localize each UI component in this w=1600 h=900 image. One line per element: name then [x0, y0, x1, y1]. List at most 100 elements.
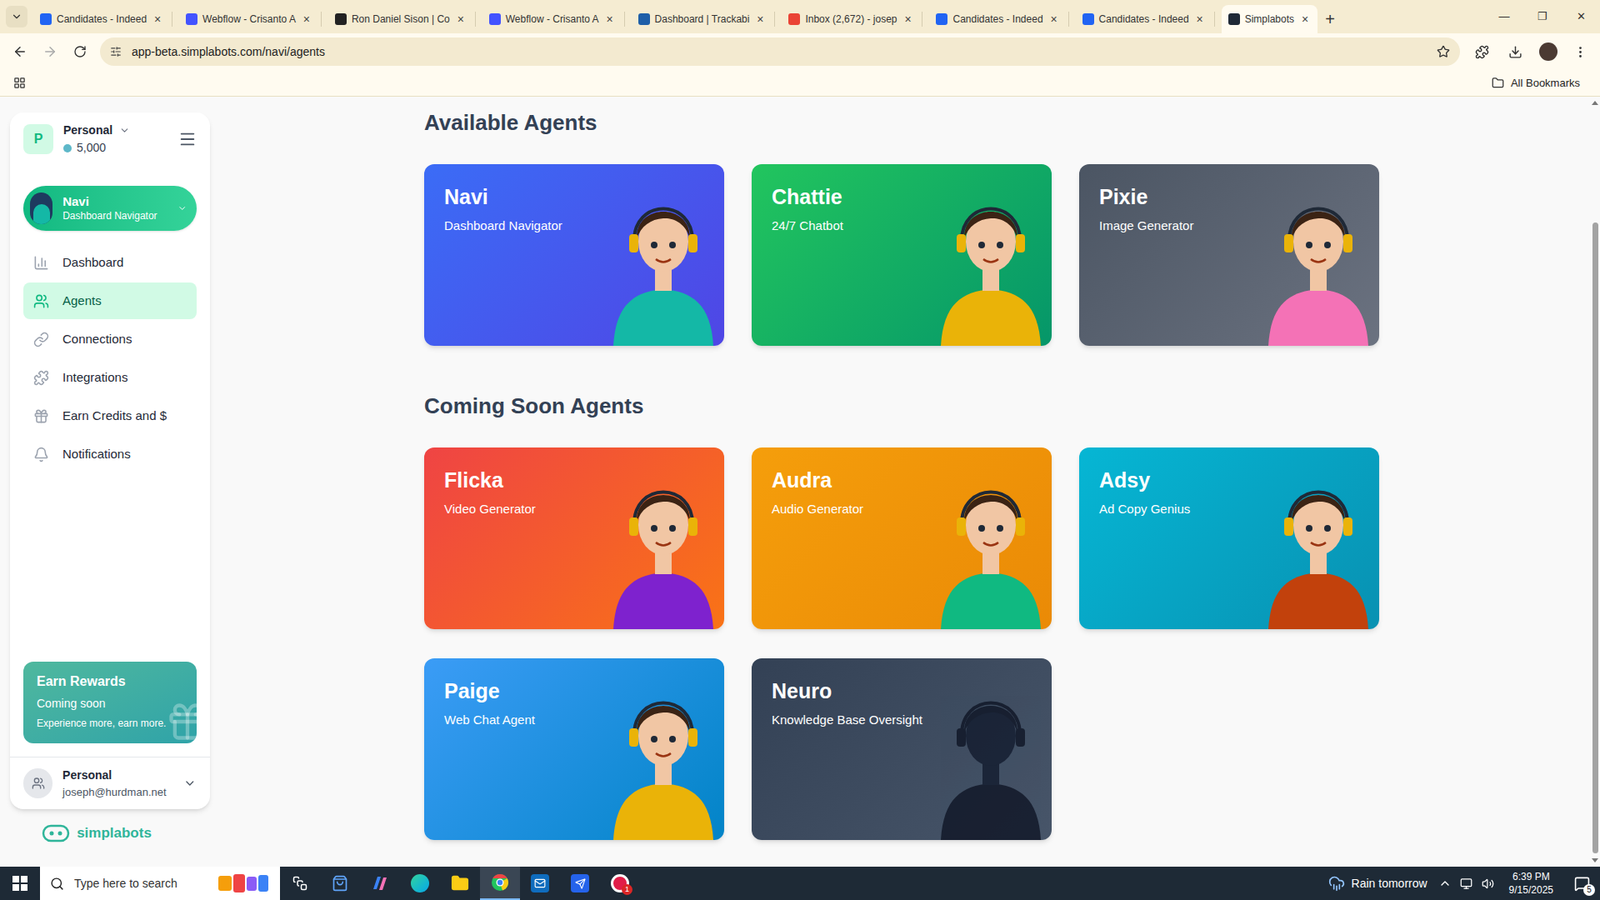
credits-icon [63, 144, 72, 153]
address-text: app-beta.simplabots.com/navi/agents [131, 43, 325, 61]
browser-tab[interactable]: Inbox (2,672) - josep× [781, 5, 930, 34]
agent-card[interactable]: FlickaVideo Generator [424, 447, 725, 630]
tab-close-button[interactable]: × [151, 13, 164, 25]
tab-close-button[interactable]: × [604, 13, 616, 25]
scroll-down-icon[interactable] [1591, 856, 1599, 864]
agent-name: Chattie [771, 184, 844, 210]
agent-role: Dashboard Navigator [444, 216, 563, 236]
network-button[interactable] [1455, 877, 1478, 890]
agent-card[interactable]: AdsyAd Copy Genius [1079, 447, 1380, 630]
agent-card[interactable]: NaviDashboard Navigator [424, 164, 725, 346]
task-view-button[interactable] [280, 866, 320, 900]
agent-role: Image Generator [1099, 216, 1194, 236]
agent-selector[interactable]: NaviDashboard Navigator [23, 185, 197, 231]
tab-title: Webflow - Crisanto A [505, 11, 600, 27]
hamburger-icon[interactable] [178, 130, 197, 149]
sidebar-item[interactable]: Dashboard [23, 244, 197, 281]
scroll-up-icon[interactable] [1591, 100, 1599, 107]
edge-button[interactable] [400, 866, 440, 900]
browser-tab[interactable]: Webflow - Crisanto A × [482, 5, 632, 34]
address-bar[interactable]: app-beta.simplabots.com/navi/agents [100, 37, 1460, 66]
clock[interactable]: 6:39 PM9/15/2025 [1499, 870, 1564, 897]
chrome-button[interactable] [480, 866, 520, 900]
agent-card[interactable]: Chattie 24/7 Chatbot [751, 164, 1052, 346]
tab-title: Candidates - Indeed [1099, 11, 1190, 27]
tab-search-button[interactable] [0, 0, 34, 34]
agent-portrait-icon [1264, 462, 1373, 630]
scrollbar-thumb[interactable] [1592, 222, 1599, 854]
workspace-switcher[interactable]: PPersonal5,000 [23, 122, 197, 156]
notifications-button[interactable]: 5 [1563, 866, 1600, 900]
forward-button[interactable] [36, 38, 64, 65]
browser-tab[interactable]: Candidates - Indeed× [33, 5, 180, 34]
agent-role: 24/7 Chatbot [771, 216, 844, 236]
tab-title: Ron Daniel Sison | Co [351, 11, 450, 27]
tab-close-button[interactable]: × [901, 13, 914, 25]
tab-close-button[interactable]: × [1048, 13, 1060, 25]
app-button[interactable]: 1 [600, 866, 640, 900]
sidebar-item[interactable]: Notifications [23, 435, 197, 473]
agent-card[interactable]: PixieImage Generator [1079, 164, 1380, 346]
tab-close-button[interactable]: × [1299, 13, 1311, 25]
menu-button[interactable] [1566, 38, 1594, 65]
nav-icon [33, 446, 50, 463]
copilot-button[interactable] [360, 866, 400, 900]
nav-icon [33, 370, 50, 386]
weather-widget[interactable]: Rain tomorrow [1321, 875, 1435, 893]
edge-icon [410, 874, 430, 893]
agent-portrait-icon [936, 673, 1045, 840]
store-button[interactable] [320, 866, 360, 900]
window-control-button[interactable]: — [1485, 0, 1524, 34]
browser-tab[interactable]: Candidates - Indeed× [929, 5, 1075, 34]
brand-logo[interactable]: simplabots [10, 822, 210, 845]
extensions-button[interactable] [1466, 38, 1497, 65]
all-bookmarks-button[interactable]: All Bookmarks [1491, 75, 1587, 92]
downloads-button[interactable] [1500, 38, 1530, 65]
tab-close-button[interactable]: × [300, 13, 313, 25]
bookmarks-bar: All Bookmarks [0, 70, 1600, 97]
sidebar-item[interactable]: Agents [23, 282, 197, 320]
browser-tab[interactable]: Ron Daniel Sison | Co × [328, 5, 483, 34]
tray-overflow-button[interactable] [1434, 876, 1456, 890]
outlook-button[interactable] [520, 866, 560, 900]
earn-rewards-card[interactable]: Earn RewardsComing soonExperience more, … [23, 661, 197, 744]
app-button[interactable] [560, 866, 600, 900]
browser-tab[interactable]: Simplabots× [1221, 5, 1318, 34]
window-control-button[interactable]: ❐ [1523, 0, 1562, 34]
tab-close-button[interactable]: × [754, 13, 766, 25]
agent-card[interactable]: AudraAudio Generator [751, 447, 1052, 630]
volume-button[interactable] [1477, 877, 1500, 890]
browser-tab[interactable]: Candidates - Indeed × [1075, 5, 1222, 34]
store-icon [331, 875, 349, 892]
taskbar-search[interactable]: Type here to search [40, 866, 280, 900]
volume-icon [1481, 877, 1495, 890]
browser-tab[interactable]: Dashboard | Trackabi× [631, 5, 783, 34]
file-explorer-button[interactable] [440, 866, 480, 900]
sidebar-item[interactable]: Earn Credits and $ [23, 397, 197, 435]
tab-close-button[interactable]: × [1194, 13, 1206, 25]
browser-tab[interactable]: Webflow - Crisanto A× [179, 5, 329, 34]
scrollbar[interactable] [1590, 96, 1600, 867]
puzzle-icon [1475, 45, 1490, 60]
robot-logo-icon [41, 823, 70, 844]
search-icon [50, 876, 65, 891]
start-button[interactable] [0, 866, 40, 900]
favicon-icon [335, 13, 347, 25]
agent-card[interactable]: PaigeWeb Chat Agent [424, 658, 725, 840]
mail-icon [534, 877, 546, 890]
arrow-left-icon [12, 44, 28, 60]
agents-section: Available AgentsNaviDashboard NavigatorC… [424, 109, 1590, 346]
tab-close-button[interactable]: × [455, 13, 467, 25]
sidebar-item[interactable]: Connections [23, 320, 197, 358]
window-control-button[interactable]: ✕ [1561, 0, 1600, 34]
back-button[interactable] [6, 38, 34, 65]
agent-card[interactable]: NeuroKnowledge Base Oversight [751, 658, 1052, 840]
account-switcher[interactable]: Personaljoseph@hurdman.net [23, 757, 197, 810]
new-tab-button[interactable]: + [1317, 5, 1343, 34]
search-highlight-icon [216, 872, 270, 895]
page: PPersonal5,000NaviDashboard NavigatorDas… [0, 96, 1600, 867]
apps-icon[interactable] [13, 76, 26, 90]
reload-button[interactable] [66, 38, 94, 65]
sidebar-item[interactable]: Integrations [23, 359, 197, 396]
profile-button[interactable] [1533, 38, 1564, 65]
